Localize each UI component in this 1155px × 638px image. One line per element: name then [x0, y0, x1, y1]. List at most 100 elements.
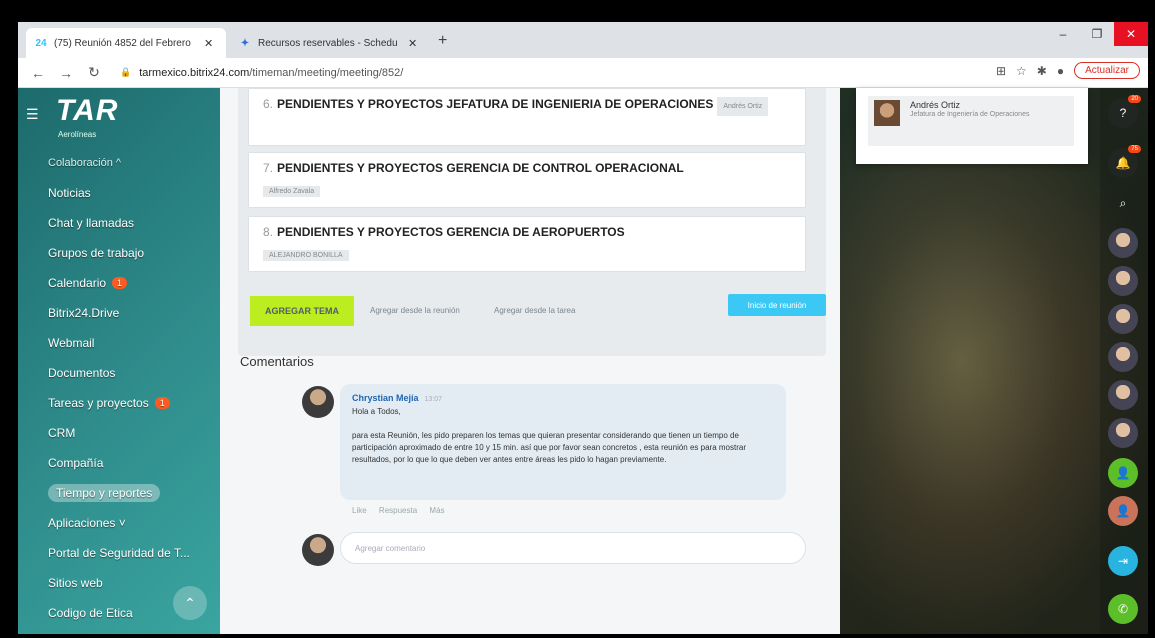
sidebar-item-grupos[interactable]: Grupos de trabajo: [38, 238, 223, 268]
sidebar-item-label: Aplicaciones ˅: [48, 516, 126, 530]
comment-author[interactable]: Chrystian Mejía: [352, 393, 419, 403]
left-sidebar: ☰ TAR Aerolíneas Colaboración ^ Noticias…: [18, 88, 223, 634]
tab-schedule[interactable]: ✦ Recursos reservables - Schedule ✕: [230, 28, 430, 58]
user-icon[interactable]: 👤: [1108, 458, 1138, 488]
maximize-icon[interactable]: ❐: [1080, 22, 1114, 46]
sidebar-item-noticias[interactable]: Noticias: [38, 178, 223, 208]
minimize-icon[interactable]: –: [1046, 22, 1080, 46]
tab-meeting[interactable]: 24 (75) Reunión 4852 del Febrero 2 ✕: [26, 28, 226, 58]
menu-icon[interactable]: ☰: [26, 106, 39, 123]
avatar[interactable]: [302, 386, 334, 418]
topic-item[interactable]: 8. PENDIENTES Y PROYECTOS GERENCIA DE AER…: [248, 216, 806, 272]
user-popup: Andrés Ortiz Jefatura de Ingeniería de O…: [856, 88, 1088, 164]
new-tab-button[interactable]: +: [438, 32, 447, 50]
topic-text: PENDIENTES Y PROYECTOS JEFATURA DE INGEN…: [277, 97, 714, 111]
sidebar-item-compania[interactable]: Compañía: [38, 448, 223, 478]
close-tab-icon[interactable]: ✕: [204, 37, 213, 50]
avatar: [874, 100, 900, 126]
avatar[interactable]: [1108, 380, 1138, 410]
avatar[interactable]: [1108, 266, 1138, 296]
add-from-meeting-link[interactable]: Agregar desde la reunión: [370, 306, 460, 315]
close-tab-icon[interactable]: ✕: [408, 37, 417, 50]
url-field[interactable]: 🔒 tarmexico.bitrix24.com /timeman/meetin…: [120, 67, 403, 79]
sidebar-item-tiempo[interactable]: Tiempo y reportes: [38, 478, 223, 508]
counter-badge: 1: [154, 397, 170, 409]
sidebar-item-portal[interactable]: Portal de Seguridad de T...: [38, 538, 223, 568]
open-line-icon[interactable]: ⇥: [1108, 546, 1138, 576]
scroll-up-icon[interactable]: ⌃: [173, 586, 207, 620]
sidebar-item-label: Tiempo y reportes: [48, 484, 161, 502]
comments-title: Comentarios: [240, 354, 314, 369]
sidebar-item-documentos[interactable]: Documentos: [38, 358, 223, 388]
like-link[interactable]: Like: [352, 506, 367, 515]
reload-icon[interactable]: ↻: [86, 64, 102, 81]
comment-time: 13:07: [424, 396, 443, 403]
user-card-text: Andrés Ortiz Jefatura de Ingeniería de O…: [910, 100, 1029, 119]
more-link[interactable]: Más: [429, 506, 444, 515]
profile-icon[interactable]: ●: [1057, 64, 1064, 78]
sidebar-item-crm[interactable]: CRM: [38, 418, 223, 448]
avatar[interactable]: [1108, 342, 1138, 372]
topic-owner-row: ALEJANDRO BONILLA: [263, 244, 791, 262]
avatar[interactable]: [1108, 418, 1138, 448]
counter-badge: 20: [1128, 95, 1141, 103]
forward-icon[interactable]: →: [58, 65, 74, 81]
sidebar-item-label: Webmail: [48, 336, 95, 350]
comment-body: para esta Reunión, les pido preparen los…: [352, 431, 746, 464]
company-logo[interactable]: TAR: [56, 94, 118, 128]
avatar: [302, 534, 334, 566]
close-window-icon[interactable]: ✕: [1114, 22, 1148, 46]
sidebar-item-colaboracion[interactable]: Colaboración ^: [38, 148, 223, 178]
sidebar-item-drive[interactable]: Bitrix24.Drive: [38, 298, 223, 328]
back-icon[interactable]: ←: [30, 65, 46, 81]
user-card[interactable]: Andrés Ortiz Jefatura de Ingeniería de O…: [868, 96, 1074, 146]
sidebar-item-label: Portal de Seguridad de T...: [48, 546, 190, 560]
topic-item[interactable]: 7. PENDIENTES Y PROYECTOS GERENCIA DE CON…: [248, 152, 806, 208]
add-topic-button[interactable]: AGREGAR TEMA: [250, 296, 354, 326]
sidebar-item-chat[interactable]: Chat y llamadas: [38, 208, 223, 238]
topic-owner-row: Alfredo Zavala: [263, 180, 791, 198]
sidebar-item-webmail[interactable]: Webmail: [38, 328, 223, 358]
sidebar-item-label: Sitios web: [48, 576, 103, 590]
sidebar-item-calendario[interactable]: Calendario 1: [38, 268, 223, 298]
translate-icon[interactable]: ⊞: [996, 64, 1006, 78]
company-logo-subtitle: Aerolíneas: [58, 130, 97, 139]
topic-item[interactable]: 6. PENDIENTES Y PROYECTOS JEFATURA DE ING…: [248, 88, 806, 146]
avatar[interactable]: [1108, 304, 1138, 334]
sidebar-item-label: CRM: [48, 426, 76, 440]
topic-text: PENDIENTES Y PROYECTOS GERENCIA DE AEROP…: [277, 225, 625, 239]
sidebar-item-tareas[interactable]: Tareas y proyectos 1: [38, 388, 223, 418]
user-icon[interactable]: 👤: [1108, 496, 1138, 526]
topic-owner-tag[interactable]: Alfredo Zavala: [263, 186, 321, 197]
add-from-task-link[interactable]: Agregar desde la tarea: [494, 306, 575, 315]
sidebar-item-label: Documentos: [48, 366, 116, 380]
topic-title: 8. PENDIENTES Y PROYECTOS GERENCIA DE AER…: [263, 225, 791, 240]
sidebar-item-aplicaciones[interactable]: Aplicaciones ˅: [38, 508, 223, 538]
star-icon[interactable]: ☆: [1016, 64, 1027, 78]
phone-icon[interactable]: ✆: [1108, 594, 1138, 624]
avatar[interactable]: [1108, 228, 1138, 258]
toolbar-right: ⊞ ☆ ✱ ● Actualizar: [996, 62, 1140, 79]
extensions-icon[interactable]: ✱: [1037, 64, 1047, 78]
update-button[interactable]: Actualizar: [1074, 62, 1140, 79]
url-path: /timeman/meeting/meeting/852/: [249, 66, 404, 79]
comment-input[interactable]: Agregar comentario: [340, 532, 806, 564]
window-controls: – ❐ ✕: [1046, 22, 1148, 46]
topic-title: 6. PENDIENTES Y PROYECTOS JEFATURA DE ING…: [263, 97, 791, 116]
topic-owner-tag[interactable]: ALEJANDRO BONILLA: [263, 250, 349, 261]
search-icon[interactable]: ⌕: [1108, 188, 1138, 218]
counter-badge: 75: [1128, 145, 1141, 153]
user-name: Andrés Ortiz: [910, 100, 961, 110]
page-background: ☰ TAR Aerolíneas Colaboración ^ Noticias…: [18, 88, 1148, 634]
bell-icon[interactable]: 🔔 75: [1108, 145, 1141, 178]
tab-bar: 24 (75) Reunión 4852 del Febrero 2 ✕ ✦ R…: [18, 22, 1148, 58]
topic-number: 7.: [263, 161, 274, 175]
topic-owner-tag[interactable]: Andrés Ortiz: [717, 97, 769, 116]
reply-link[interactable]: Respuesta: [379, 506, 417, 515]
schedule-icon: ✦: [240, 37, 250, 49]
sidebar-item-label: Codigo de Etica: [48, 606, 133, 620]
start-meeting-button[interactable]: Inicio de reunión: [728, 294, 826, 316]
tab-title: Recursos reservables - Schedule: [258, 37, 398, 49]
help-icon[interactable]: ? 20: [1108, 95, 1141, 128]
topic-number: 8.: [263, 225, 274, 239]
